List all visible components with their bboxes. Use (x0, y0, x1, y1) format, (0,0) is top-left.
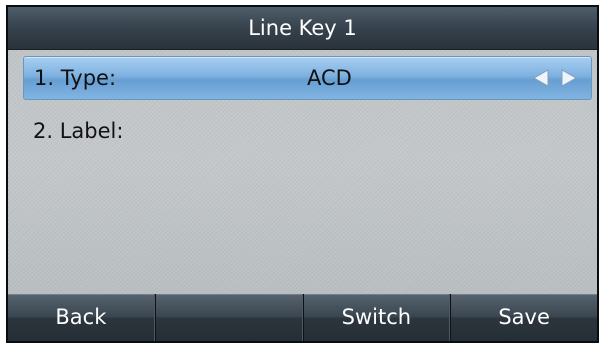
save-softkey[interactable]: Save (450, 294, 597, 341)
arrow-right-icon[interactable] (559, 68, 579, 88)
arrow-left-icon[interactable] (531, 68, 551, 88)
empty-softkey[interactable] (154, 294, 303, 341)
type-field-row[interactable]: 1. Type: ACD (23, 56, 592, 100)
type-field-value[interactable]: ACD (307, 57, 352, 99)
phone-screen: Line Key 1 1. Type: ACD 2. Label: Back S… (6, 5, 599, 343)
switch-softkey[interactable]: Switch (302, 294, 451, 341)
type-value-switcher[interactable] (531, 68, 579, 88)
softkey-bar: Back Switch Save (8, 294, 597, 341)
label-field-label: 2. Label: (33, 119, 124, 143)
label-field-row[interactable]: 2. Label: (23, 110, 592, 154)
type-field-label: 1. Type: (34, 66, 117, 90)
back-softkey[interactable]: Back (8, 294, 155, 341)
page-title: Line Key 1 (8, 7, 597, 50)
